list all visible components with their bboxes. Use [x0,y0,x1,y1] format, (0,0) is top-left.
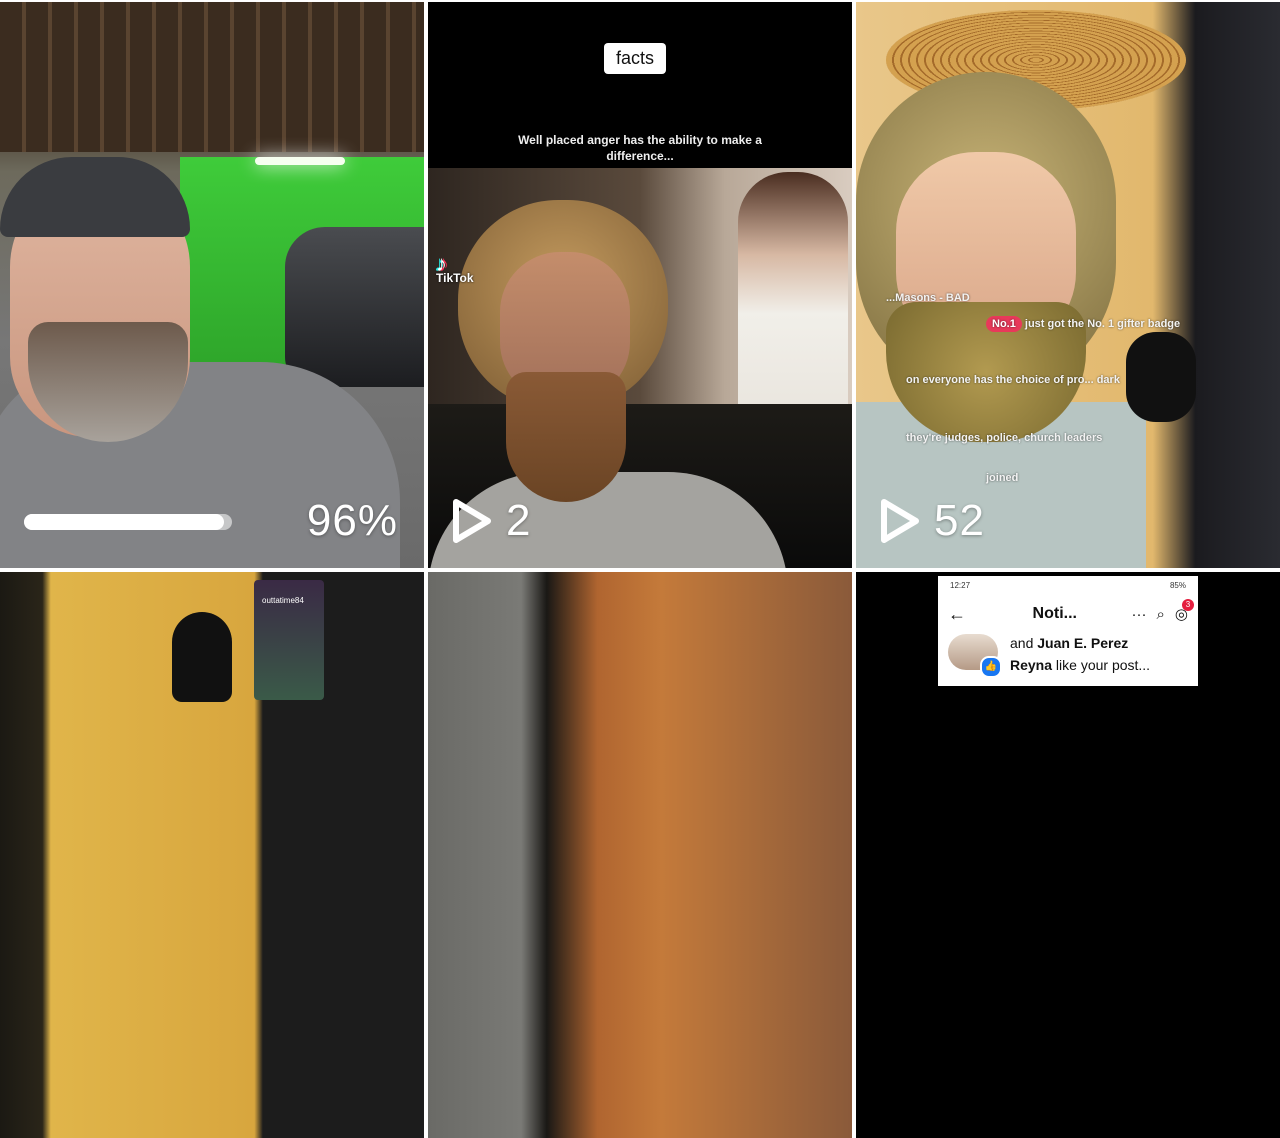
upload-progress-bar [24,514,232,530]
upload-progress-label: 96% [306,496,398,545]
status-time: 12:27 [950,581,971,590]
live-comment: ...Masons - BAD [886,292,970,304]
screen-username: outtatime84 [262,596,304,605]
video-tile[interactable]: outtatime84 [0,572,424,1138]
video-thumbnail: outtatime84 [0,572,424,1138]
video-tile[interactable]: facts Well placed anger has the ability … [428,2,852,568]
video-tile[interactable]: 12:27 85% ← Noti... ··· ⌕ ◎ 3 👍 and Juan … [856,572,1280,1138]
view-count: 2 [452,496,531,546]
video-tile[interactable]: ...Masons - BAD No.1 just got the No. 1 … [856,2,1280,568]
live-comment: they're judges, police, church leaders [906,432,1103,444]
search-icon: ⌕ [1156,605,1165,623]
upload-progress-fill [24,514,224,530]
live-comment: joined [986,472,1019,484]
video-thumbnail [0,2,424,568]
view-count: 52 [880,496,985,546]
video-tile[interactable] [428,572,852,1138]
play-icon [880,498,920,544]
back-arrow-icon: ← [948,603,966,624]
more-icon: ··· [1131,605,1147,623]
video-thumbnail: facts Well placed anger has the ability … [428,2,852,568]
play-icon [452,498,492,544]
video-tag-label: facts [604,43,667,74]
video-thumbnail: 12:27 85% ← Noti... ··· ⌕ ◎ 3 👍 and Juan … [856,572,1280,1138]
view-count-value: 2 [506,496,532,545]
live-comment: No.1 just got the No. 1 gifter badge [986,316,1180,332]
status-battery: 85% [1169,581,1186,590]
like-icon: 👍 [980,656,1002,678]
facebook-screenshot: 12:27 85% ← Noti... ··· ⌕ ◎ 3 👍 and Juan … [938,576,1198,686]
messenger-badge: 3 [1182,599,1194,611]
video-thumbnail [428,572,852,1138]
tiktok-watermark: ♪ TikTok [436,251,474,286]
live-comment: on everyone has the choice of pro... dar… [906,374,1120,386]
uploading-video-tile[interactable]: 96% [0,2,424,568]
tiktok-logo-icon: ♪ [436,251,447,276]
view-count-value: 52 [934,496,985,545]
notifications-title: Noti... [1032,605,1077,622]
gifter-badge: No.1 [986,316,1022,332]
video-thumbnail: ...Masons - BAD No.1 just got the No. 1 … [856,2,1280,568]
video-caption: Well placed anger has the ability to mak… [518,133,762,163]
watermark-text: TikTok [436,271,474,285]
messenger-icon: ◎ 3 [1175,599,1194,623]
video-grid: claimer 60 39 146 96% facts [0,0,1280,1138]
notification-text: and Juan E. Perez Reyna like your post..… [1010,635,1151,673]
